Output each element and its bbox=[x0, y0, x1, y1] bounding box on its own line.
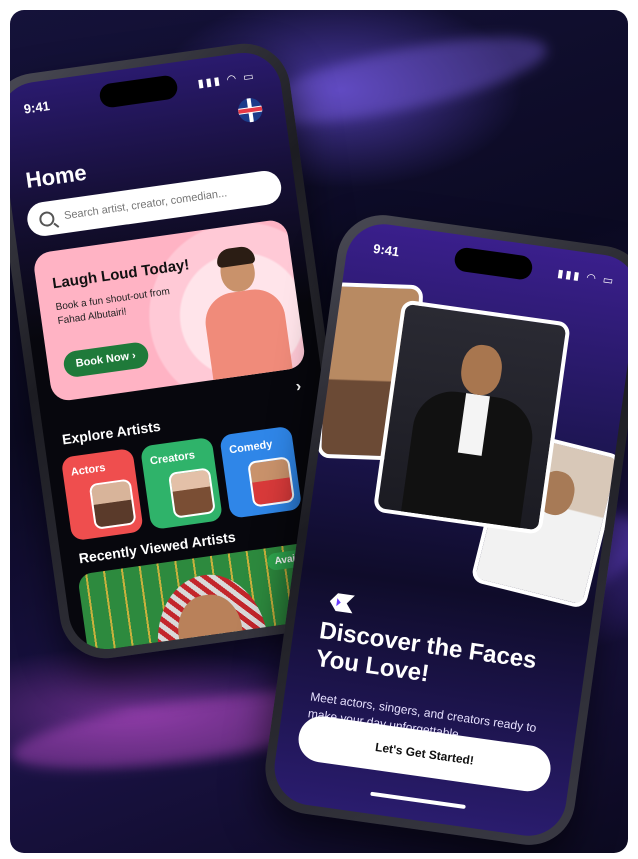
category-thumbnail bbox=[167, 467, 216, 519]
status-icons: ▮▮▮ ◠ ▭ bbox=[196, 70, 257, 91]
home-indicator[interactable] bbox=[370, 791, 466, 810]
artist-photo-center bbox=[372, 299, 571, 535]
banner-text: Book a fun shout-out from Fahad Albutair… bbox=[55, 286, 171, 327]
category-label: Comedy bbox=[228, 438, 274, 457]
onboarding-screen: 9:41 ▮▮▮ ◠ ▭ Discover the Faces You Love… bbox=[269, 219, 628, 841]
status-time: 9:41 bbox=[372, 240, 401, 260]
search-input[interactable] bbox=[61, 180, 271, 224]
background-canvas: 9:41 ▮▮▮ ◠ ▭ Home Laugh Loud Today! Book… bbox=[10, 10, 628, 853]
status-time: 9:41 bbox=[22, 98, 51, 117]
artist-shirt bbox=[201, 285, 294, 386]
category-thumbnail bbox=[88, 478, 137, 530]
category-thumbnail bbox=[247, 456, 296, 508]
dynamic-island bbox=[98, 74, 179, 109]
chevron-right-icon[interactable]: › bbox=[295, 378, 303, 397]
book-now-button[interactable]: Book Now › bbox=[62, 340, 150, 379]
app-logo-icon bbox=[329, 593, 355, 614]
dynamic-island bbox=[453, 246, 534, 281]
category-row: Actors Creators Comedy bbox=[60, 425, 303, 542]
explore-artists-title: Explore Artists bbox=[61, 417, 162, 448]
status-icons: ▮▮▮ ◠ ▭ bbox=[556, 267, 616, 288]
category-label: Creators bbox=[149, 449, 196, 468]
category-card-comedy[interactable]: Comedy bbox=[219, 425, 303, 519]
search-icon bbox=[38, 210, 56, 228]
banner-artist-image bbox=[195, 240, 294, 386]
category-card-actors[interactable]: Actors bbox=[60, 447, 144, 542]
uk-flag-icon[interactable] bbox=[236, 96, 264, 124]
artist-face bbox=[458, 342, 505, 398]
category-label: Actors bbox=[70, 461, 107, 479]
category-card-creators[interactable]: Creators bbox=[139, 436, 223, 530]
page-title: Home bbox=[24, 159, 89, 193]
promo-banner[interactable]: Laugh Loud Today! Book a fun shout-out f… bbox=[32, 218, 307, 403]
